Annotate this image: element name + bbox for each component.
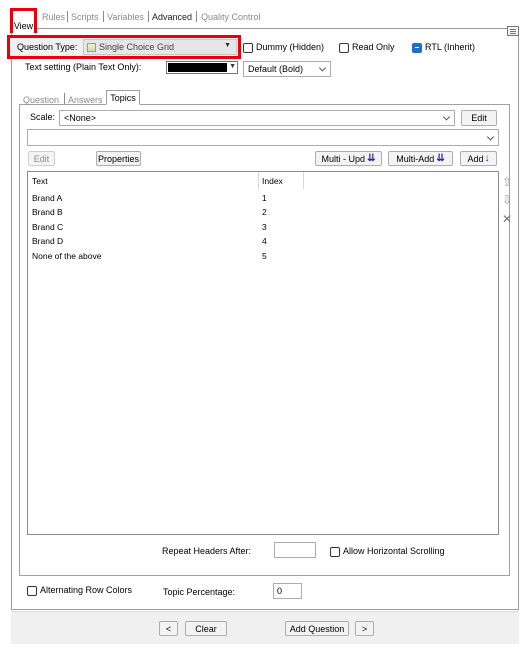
edit-label: Edit [33, 153, 50, 164]
horizontal-scrolling-label: Allow Horizontal Scrolling [343, 546, 445, 556]
tab-separator [67, 11, 68, 22]
dropdown-arrow-icon: ▼ [229, 63, 236, 70]
row-text: Brand B [32, 207, 63, 217]
subtab-topics[interactable]: Topics [106, 90, 140, 105]
row-index: 2 [262, 207, 267, 217]
subtab-topics-label: Topics [110, 92, 136, 103]
arrow-down-icon: ↓ [484, 153, 490, 164]
repeat-headers-input[interactable] [274, 542, 316, 558]
tab-view[interactable]: View [10, 8, 37, 33]
row-index: 4 [262, 236, 267, 246]
scale-label: Scale: [30, 112, 56, 122]
move-up-icon[interactable]: ⇧ [502, 175, 512, 189]
rtl-checkbox[interactable]: RTL (Inherit) [412, 42, 475, 53]
edit-button[interactable]: Edit [28, 151, 55, 166]
properties-label: Properties [97, 153, 140, 164]
previous-button[interactable]: < [159, 621, 178, 636]
dropdown-arrow-icon: ▼ [224, 42, 231, 49]
chevron-down-icon [318, 64, 327, 72]
question-type-select[interactable]: Single Choice Grid ▼ [83, 39, 237, 55]
font-style-select[interactable]: Default (Bold) [243, 61, 331, 77]
add-button[interactable]: Add ↓ [460, 151, 497, 166]
grid-header-index[interactable]: Index [262, 176, 283, 186]
row-text: Brand C [32, 222, 64, 232]
row-index: 5 [262, 251, 267, 261]
add-question-button[interactable]: Add Question [285, 621, 349, 636]
add-label: Add [467, 153, 484, 164]
grid-type-icon [87, 42, 96, 52]
tab-quality-control[interactable]: Quality Control [201, 12, 261, 22]
horizontal-scrolling-checkbox[interactable]: Allow Horizontal Scrolling [330, 546, 445, 557]
topic-filter-select[interactable] [27, 129, 499, 146]
alternating-rows-checkbox[interactable]: Alternating Row Colors [27, 585, 132, 596]
topic-percentage-label: Topic Percentage: [163, 587, 236, 597]
next-button[interactable]: > [355, 621, 374, 636]
chevron-down-icon [486, 132, 495, 141]
double-arrow-down-icon: ⇊ [367, 153, 376, 164]
question-type-label: Question Type: [17, 42, 78, 52]
clear-button[interactable]: Clear [185, 621, 227, 636]
tab-separator [196, 11, 197, 22]
question-type-value: Single Choice Grid [99, 42, 175, 52]
horizontal-scrolling-check-icon [330, 546, 340, 557]
scale-value: <None> [64, 113, 97, 123]
multi-update-button[interactable]: Multi - Upd ⇊ [315, 151, 382, 166]
chevron-down-icon [442, 113, 451, 121]
delete-icon[interactable]: ✕ [502, 212, 512, 226]
add-question-label: Add Question [289, 623, 345, 634]
row-text: None of the above [32, 251, 102, 261]
rtl-check-icon [412, 42, 422, 53]
dummy-label: Dummy (Hidden) [256, 42, 325, 52]
double-arrow-down-icon: ⇊ [436, 153, 445, 164]
rtl-label: RTL (Inherit) [425, 42, 476, 52]
font-style-value: Default (Bold) [248, 64, 304, 74]
previous-label: < [165, 623, 172, 634]
row-index: 3 [262, 222, 267, 232]
multi-update-label: Multi - Upd [321, 153, 366, 164]
grid-header-divider [303, 172, 304, 189]
tab-separator [103, 11, 104, 22]
read-only-checkbox[interactable]: Read Only [339, 42, 395, 53]
read-only-label: Read Only [352, 42, 395, 52]
grid-settings-icon[interactable] [507, 26, 519, 36]
subtab-question[interactable]: Question [23, 95, 59, 105]
scale-select[interactable]: <None> [59, 110, 455, 126]
alternating-rows-check-icon [27, 585, 37, 596]
move-down-icon[interactable]: ⇩ [502, 193, 512, 207]
text-color-swatch [168, 63, 227, 72]
tab-rules[interactable]: Rules [42, 12, 65, 22]
row-index: 1 [262, 193, 267, 203]
topic-percentage-value: 0 [277, 586, 283, 596]
scale-edit-label: Edit [471, 113, 487, 123]
tab-variables[interactable]: Variables [107, 12, 144, 22]
clear-label: Clear [195, 623, 217, 634]
tab-separator [148, 11, 149, 22]
subtab-separator [64, 93, 65, 104]
subtab-answers[interactable]: Answers [68, 95, 103, 105]
alternating-rows-label: Alternating Row Colors [40, 585, 133, 595]
row-text: Brand D [32, 236, 64, 246]
grid-header-text[interactable]: Text [32, 176, 48, 186]
footer-bar [11, 611, 519, 644]
repeat-headers-label: Repeat Headers After: [162, 546, 252, 556]
read-only-check-icon [339, 42, 349, 53]
dummy-check-icon [243, 42, 253, 53]
tab-view-label: View [13, 21, 34, 31]
grid-header-divider [258, 172, 259, 189]
text-setting-label: Text setting (Plain Text Only): [25, 62, 142, 72]
multi-add-button[interactable]: Multi-Add ⇊ [388, 151, 453, 166]
dummy-checkbox[interactable]: Dummy (Hidden) [243, 42, 324, 53]
multi-add-label: Multi-Add [396, 153, 435, 164]
scale-edit-button[interactable]: Edit [461, 110, 497, 126]
topic-percentage-input[interactable]: 0 [273, 583, 302, 599]
properties-button[interactable]: Properties [96, 151, 141, 166]
tab-scripts[interactable]: Scripts [71, 12, 99, 22]
tab-advanced[interactable]: Advanced [152, 12, 192, 22]
row-text: Brand A [32, 193, 63, 203]
text-color-picker[interactable]: ▼ [166, 61, 238, 74]
next-label: > [361, 623, 368, 634]
